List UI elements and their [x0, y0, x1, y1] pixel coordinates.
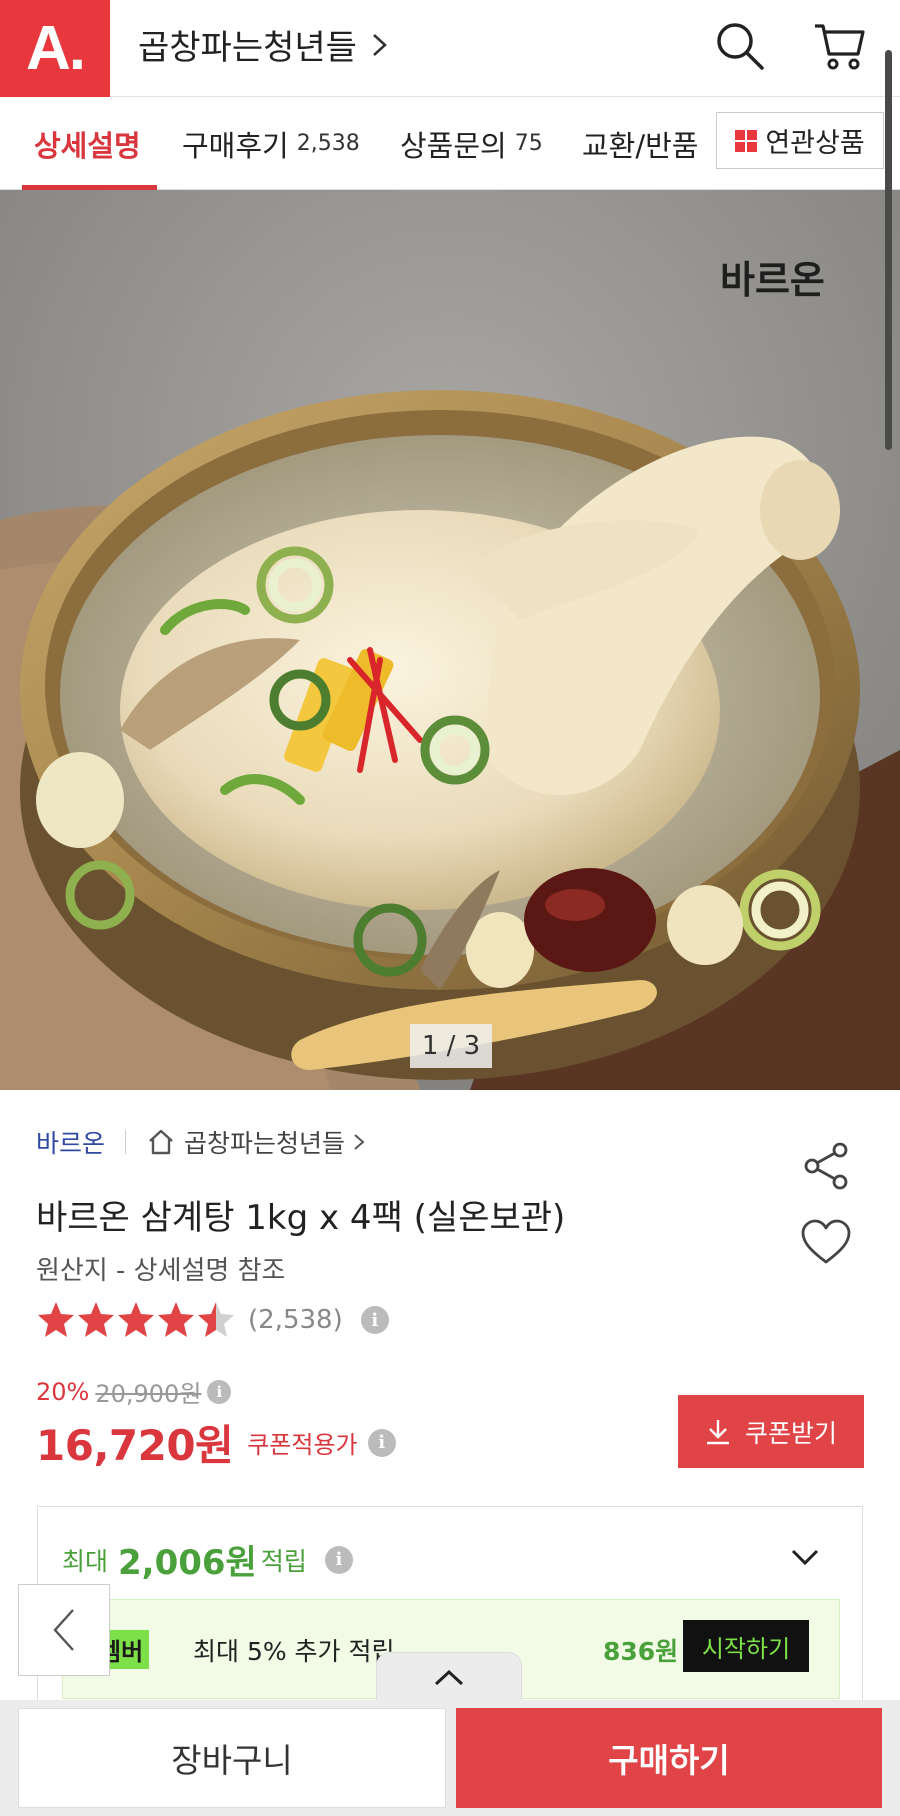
image-counter: 1 / 3	[410, 1024, 492, 1068]
top-header: A. 곱창파는청년들	[0, 0, 900, 97]
info-icon[interactable]: i	[367, 1428, 396, 1457]
sale-price: 16,720원	[36, 1421, 234, 1470]
search-icon[interactable]	[712, 18, 768, 74]
original-price: 20,900원	[95, 1380, 202, 1408]
coupon-price-label: 쿠폰적용가	[247, 1431, 358, 1459]
tab-reviews-count: 2,538	[296, 131, 360, 156]
product-image[interactable]: 바르온	[0, 190, 900, 1090]
divider	[125, 1130, 127, 1154]
download-icon	[706, 1419, 729, 1444]
member-text: 최대 5% 추가 적립	[193, 1637, 395, 1666]
origin-text: 원산지 - 상세설명 참조	[36, 1256, 286, 1286]
back-button[interactable]	[18, 1584, 110, 1676]
chevron-up-icon	[434, 1669, 464, 1685]
reward-summary[interactable]: 최대 2,006원 적립 i	[62, 1535, 353, 1584]
grid-icon	[735, 129, 758, 152]
home-icon	[149, 1129, 173, 1155]
store-link-label: 곱창파는청년들	[184, 1129, 346, 1158]
tab-questions-label: 상품문의	[400, 128, 507, 163]
rating-row[interactable]: (2,538) i	[36, 1300, 389, 1340]
tab-reviews[interactable]: 구매후기 2,538	[182, 97, 360, 190]
reward-suffix: 적립	[260, 1546, 307, 1576]
discount-percent: 20%	[36, 1377, 90, 1406]
store-link[interactable]: 곱창파는청년들	[146, 1124, 365, 1160]
tab-details[interactable]: 상세설명	[34, 97, 141, 190]
chevron-right-icon	[373, 33, 387, 56]
cart-icon[interactable]	[812, 18, 868, 74]
info-icon[interactable]: i	[360, 1306, 389, 1334]
member-amount: 836원	[603, 1637, 679, 1666]
related-products-button[interactable]: 연관상품	[716, 112, 884, 169]
expand-options-tab[interactable]	[376, 1652, 522, 1702]
chevron-down-icon[interactable]	[790, 1547, 820, 1567]
brand-row: 바르온 곱창파는청년들	[36, 1124, 365, 1160]
chevron-right-icon	[354, 1134, 365, 1150]
info-icon[interactable]: i	[207, 1379, 232, 1404]
tab-returns-label: 교환/반품	[582, 128, 699, 163]
review-count: (2,538)	[248, 1305, 343, 1335]
samgyetang-photo: 바르온	[0, 190, 900, 1090]
start-membership-button[interactable]: 시작하기	[683, 1620, 809, 1672]
related-products-label: 연관상품	[765, 128, 865, 159]
tab-questions[interactable]: 상품문의 75	[400, 97, 543, 190]
bottom-action-bar: 장바구니 구매하기	[0, 1700, 900, 1816]
tab-details-label: 상세설명	[34, 128, 141, 163]
get-coupon-label: 쿠폰받기	[744, 1418, 837, 1448]
product-tabs: 상세설명 구매후기 2,538 상품문의 75 교환/반품 연관상품	[0, 97, 900, 190]
stars-icon	[38, 1302, 234, 1337]
product-title: 바르온 삼계탕 1kg x 4팩 (실온보관)	[36, 1198, 566, 1238]
app-logo[interactable]: A.	[0, 0, 110, 97]
tab-returns[interactable]: 교환/반품	[582, 97, 700, 190]
scrollbar[interactable]	[885, 50, 892, 450]
info-icon[interactable]: i	[324, 1545, 353, 1574]
price-row: 16,720원 쿠폰적용가 i	[36, 1412, 396, 1473]
store-title-text: 곱창파는청년들	[138, 28, 357, 68]
tab-questions-count: 75	[514, 131, 543, 156]
star-rating	[36, 1300, 236, 1340]
discount-row: 20% 20,900원 i	[36, 1374, 232, 1409]
buy-now-button[interactable]: 구매하기	[456, 1708, 882, 1808]
share-icon[interactable]	[800, 1140, 852, 1192]
chevron-left-icon	[53, 1609, 74, 1651]
heart-icon[interactable]	[800, 1218, 852, 1266]
brand-link[interactable]: 바르온	[36, 1124, 105, 1160]
add-to-cart-button[interactable]: 장바구니	[18, 1708, 446, 1808]
get-coupon-button[interactable]: 쿠폰받기	[678, 1395, 864, 1468]
store-title-link[interactable]: 곱창파는청년들	[138, 20, 389, 69]
tab-reviews-label: 구매후기	[182, 128, 289, 163]
brand-watermark: 바르온	[720, 258, 825, 302]
reward-prefix: 최대	[62, 1546, 109, 1576]
reward-amount: 2,006원	[118, 1543, 257, 1583]
